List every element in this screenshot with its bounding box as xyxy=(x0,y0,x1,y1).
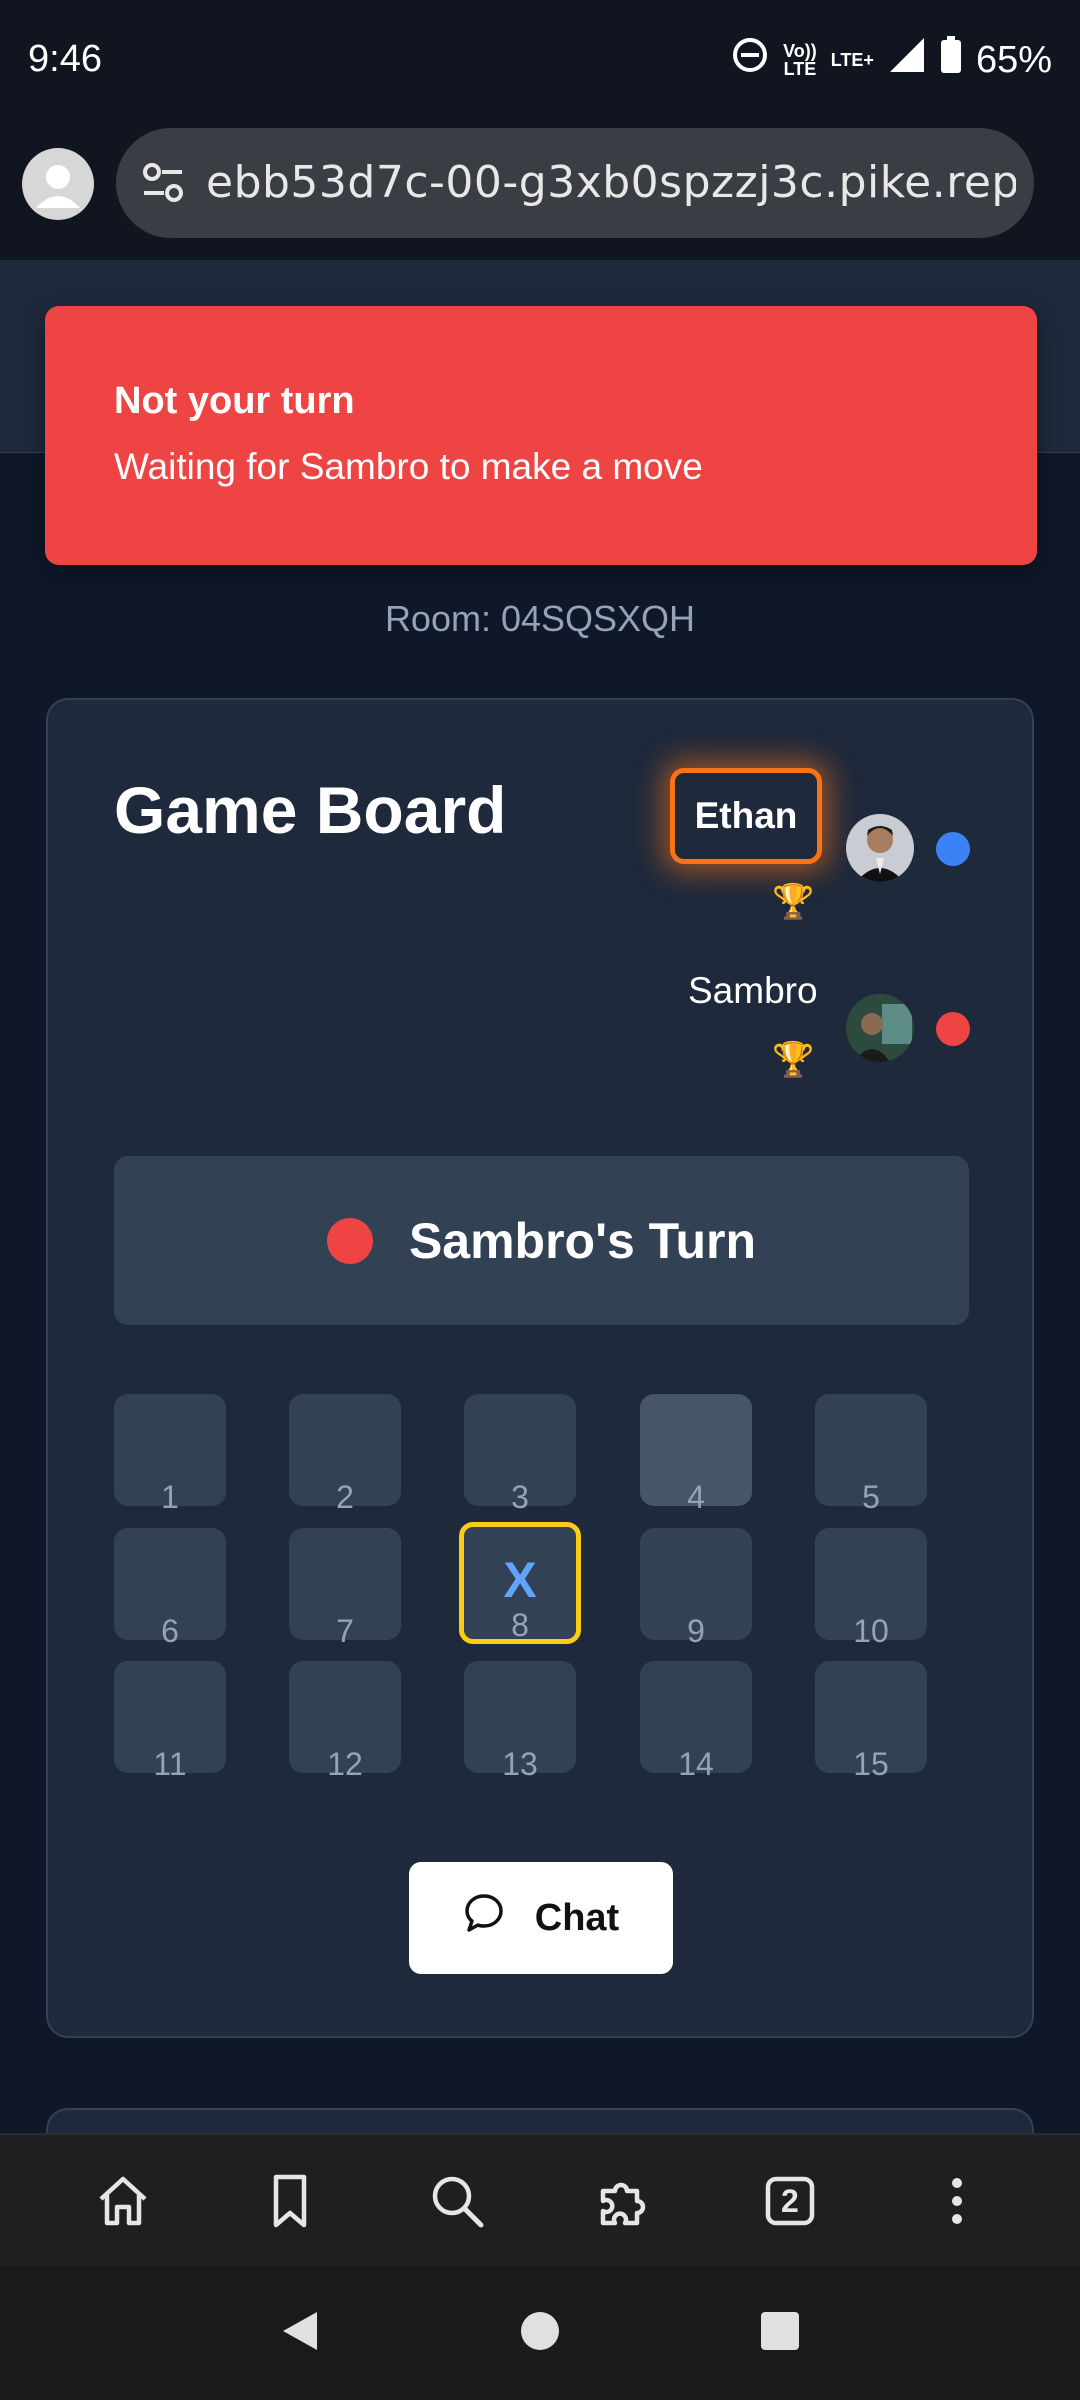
board-cell[interactable]: 2 xyxy=(289,1394,401,1515)
player-color-dot xyxy=(936,832,970,866)
chat-label: Chat xyxy=(534,1896,620,1939)
battery-level: 65% xyxy=(975,38,1052,81)
site-settings-icon[interactable] xyxy=(140,160,186,211)
recents-icon[interactable] xyxy=(755,2306,805,2361)
board-cell[interactable]: 5 xyxy=(815,1394,927,1515)
browser-toolbar: 2 xyxy=(0,2133,1080,2266)
tabs-count: 2 xyxy=(781,2182,799,2219)
player-name-sambro: Sambro xyxy=(688,970,818,1011)
back-icon[interactable] xyxy=(275,2306,325,2361)
board-cell-selected[interactable]: X8 xyxy=(459,1522,581,1644)
board-cell[interactable]: 15 xyxy=(815,1661,927,1782)
turn-color-dot xyxy=(326,1217,373,1264)
more-menu-icon[interactable] xyxy=(917,2161,997,2241)
chat-bubble-icon xyxy=(463,1892,505,1944)
turn-text: Sambro's Turn xyxy=(408,1212,757,1269)
chat-button[interactable]: Chat xyxy=(409,1862,673,1974)
board-cell[interactable]: 13 xyxy=(464,1661,576,1782)
system-nav-bar xyxy=(0,2266,1080,2400)
bookmark-icon[interactable] xyxy=(250,2161,330,2241)
board-cell[interactable]: 14 xyxy=(640,1661,752,1782)
board-cell[interactable]: 12 xyxy=(289,1661,401,1782)
volte-icon: Vo)) LTE xyxy=(783,41,817,79)
board-cell[interactable]: 9 xyxy=(640,1528,752,1649)
home-icon[interactable] xyxy=(83,2161,163,2241)
status-time: 9:46 xyxy=(28,38,102,80)
profile-avatar-icon[interactable] xyxy=(22,148,94,220)
search-icon[interactable] xyxy=(417,2161,497,2241)
avatar xyxy=(846,994,914,1062)
trophy-icon: 🏆 xyxy=(772,1041,815,1079)
board-cell[interactable]: 4 xyxy=(640,1394,752,1515)
url-text[interactable]: ebb53d7c-00-g3xb0spzzj3c.pike.repl.co xyxy=(206,157,1016,208)
room-code: Room: 04SQSXQH xyxy=(384,598,696,639)
toast-notification[interactable] xyxy=(45,306,1037,565)
avatar xyxy=(846,814,914,882)
board-cell[interactable]: 3 xyxy=(464,1394,576,1515)
player-color-dot xyxy=(936,1012,970,1046)
home-nav-icon[interactable] xyxy=(515,2306,565,2361)
tabs-count-button[interactable]: 2 xyxy=(750,2161,830,2241)
battery-icon xyxy=(940,36,962,84)
board-cell[interactable]: 10 xyxy=(815,1528,927,1649)
status-icons: Vo)) LTE LTE+ 65% xyxy=(731,36,1052,84)
trophy-icon: 🏆 xyxy=(772,883,815,921)
dnd-icon xyxy=(731,36,769,84)
lte-plus-icon: LTE+ xyxy=(830,50,874,70)
board-cell[interactable]: 1 xyxy=(114,1394,226,1515)
turn-indicator: Sambro's Turn xyxy=(114,1156,969,1325)
board-cell[interactable]: 6 xyxy=(114,1528,226,1649)
extensions-puzzle-icon[interactable] xyxy=(583,2161,663,2241)
board-cell[interactable]: 11 xyxy=(114,1661,226,1782)
toast-title: Not your turn xyxy=(114,380,355,422)
signal-icon xyxy=(888,36,926,84)
board-cell[interactable]: 7 xyxy=(289,1528,401,1649)
toast-description: Waiting for Sambro to make a move xyxy=(114,446,703,487)
game-board-card xyxy=(46,698,1034,2038)
player-name-ethan: Ethan xyxy=(670,768,822,864)
page-title: Game Board xyxy=(114,773,507,847)
